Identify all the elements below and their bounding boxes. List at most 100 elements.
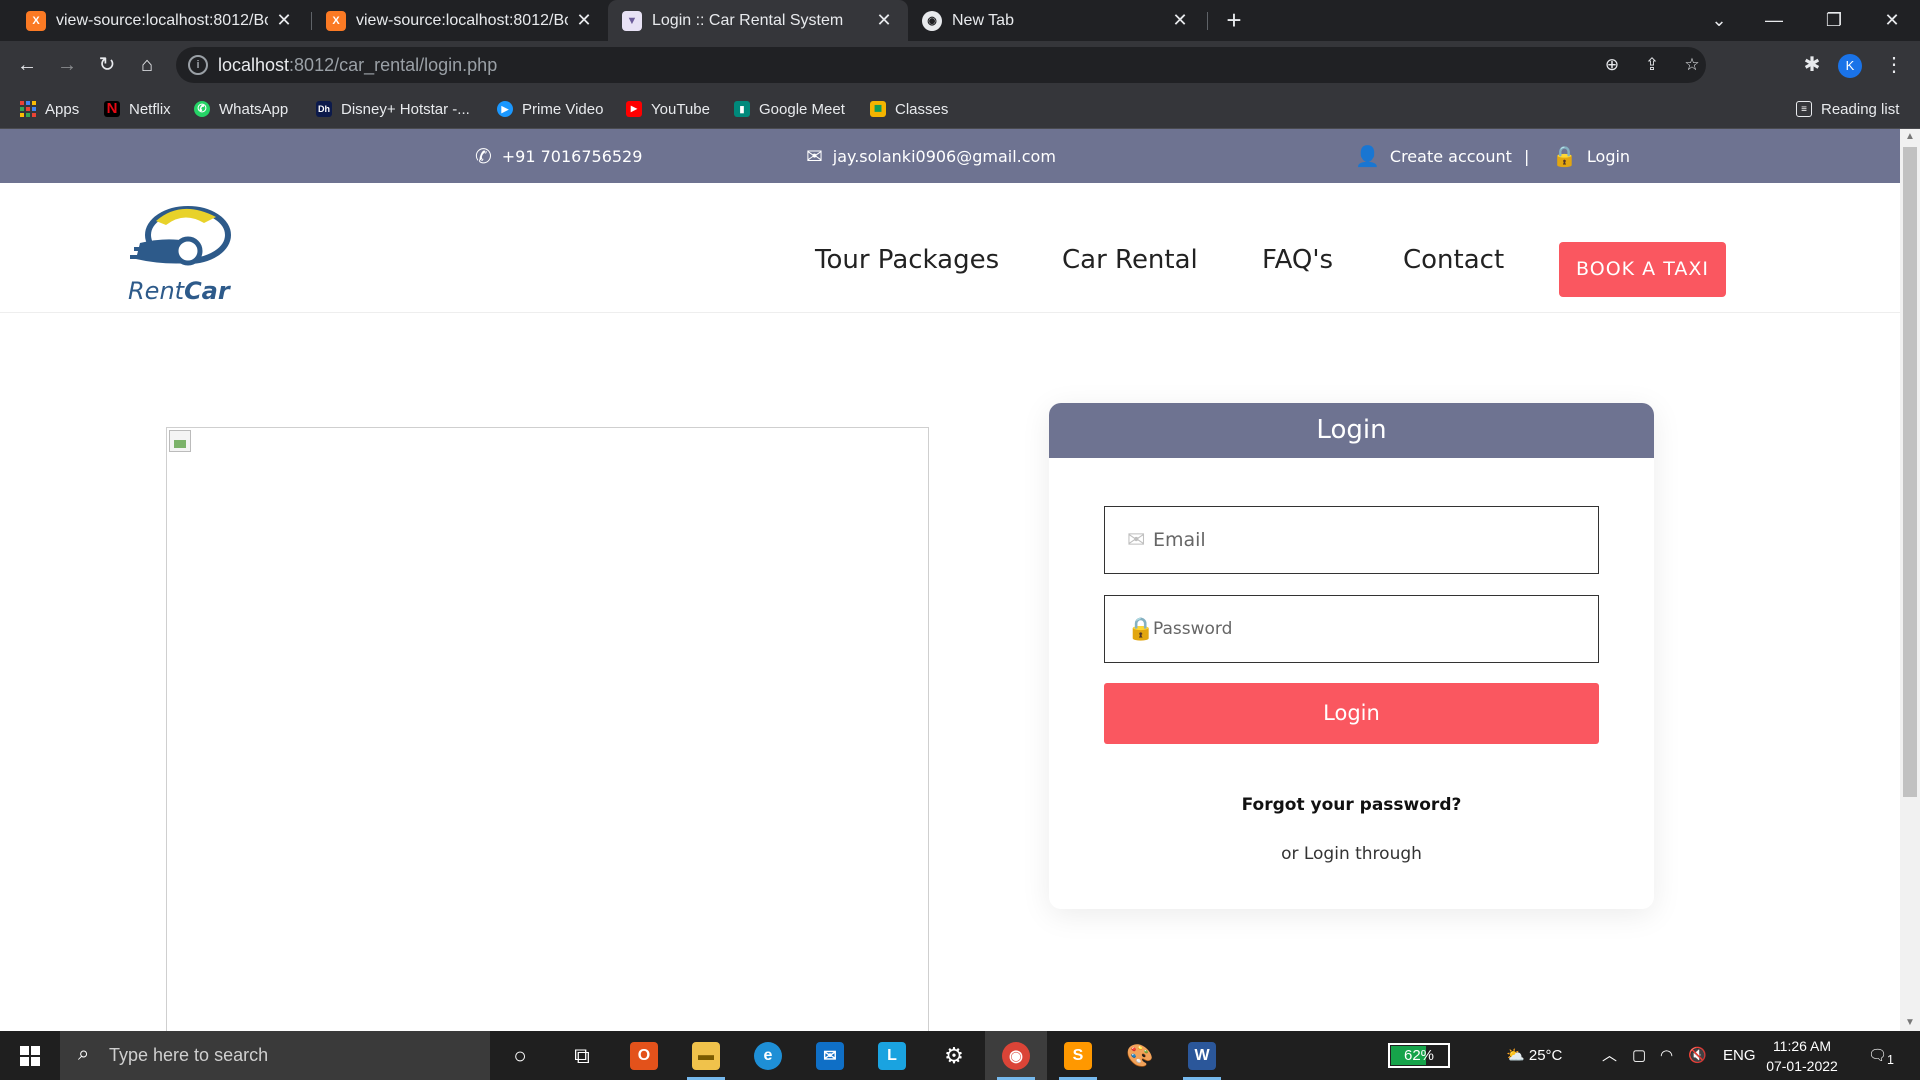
file-explorer-app[interactable]: ▬ [675,1031,737,1080]
bookmark-label: Prime Video [522,100,604,118]
bookmark-google-meet[interactable]: ▮ Google Meet [734,89,845,129]
nav-car-rental[interactable]: Car Rental [1062,245,1198,275]
nav-tour-packages[interactable]: Tour Packages [815,245,999,275]
bookmark-star-icon[interactable]: ☆ [1676,49,1708,81]
taskbar-search-box[interactable]: ⌕ Type here to search [60,1031,490,1080]
tab-login-car-rental[interactable]: ▼ Login :: Car Rental System ✕ [608,0,908,41]
notifications-icon[interactable]: 🗨1 [1868,1031,1894,1080]
scrollbar-thumb[interactable] [1903,147,1917,797]
profile-avatar[interactable]: K [1838,54,1862,78]
tab-title: New Tab [952,11,1014,29]
password-input[interactable] [1153,596,1583,662]
wifi-icon[interactable]: ◠ [1660,1031,1673,1080]
mail-app[interactable]: ✉ [799,1031,861,1080]
reading-list-button[interactable]: ≡ Reading list [1796,89,1899,129]
edge-app[interactable]: e [737,1031,799,1080]
close-icon[interactable]: ✕ [274,10,294,31]
sublime-icon: S [1064,1041,1092,1070]
minimize-button[interactable]: — [1746,0,1802,41]
topbar-separator: | [1524,146,1530,166]
search-placeholder: Type here to search [109,1045,269,1065]
nav-contact[interactable]: Contact [1403,245,1504,275]
tab-divider [1207,12,1208,30]
close-icon[interactable]: ✕ [574,10,594,31]
language-indicator[interactable]: ENG [1723,1031,1756,1080]
bookmark-classes[interactable]: ◼ Classes [870,89,948,129]
close-icon[interactable]: ✕ [1170,10,1190,31]
gear-icon: ⚙ [944,1042,964,1068]
restore-button[interactable]: ❐ [1806,0,1862,41]
youtube-icon: ▶ [626,101,642,117]
volume-muted-icon[interactable]: 🔇 [1688,1031,1707,1080]
chrome-app[interactable]: ◉ [985,1031,1047,1080]
zoom-icon[interactable]: ⊕ [1596,49,1628,81]
login-through-text: or Login through [1281,844,1422,864]
bookmark-whatsapp[interactable]: ✆ WhatsApp [194,89,288,129]
email-input[interactable] [1153,507,1583,573]
email-field[interactable]: ✉ [1104,506,1599,574]
bookmark-apps[interactable]: Apps [20,89,79,129]
email-contact[interactable]: ✉ jay.solanki0906@gmail.com [806,129,1056,183]
close-window-button[interactable]: ✕ [1864,0,1920,41]
battery-indicator[interactable]: 62% [1388,1043,1450,1068]
extensions-icon[interactable]: ✱ [1796,49,1828,81]
show-hidden-icons-chevron-icon[interactable]: ︿ [1602,1031,1617,1080]
home-icon[interactable]: ⌂ [131,49,163,81]
bookmark-label: YouTube [651,100,710,118]
weather-widget[interactable]: ⛅ 25°C [1506,1031,1562,1080]
tab-new-tab[interactable]: ◉ New Tab ✕ [908,0,1204,41]
login-card: Login ✉ 🔒 Login Forgot your password? or… [1049,403,1654,909]
book-a-taxi-button[interactable]: BOOK A TAXI [1559,242,1726,297]
nav-faqs[interactable]: FAQ's [1262,245,1333,275]
address-bar[interactable]: i localhost:8012/car_rental/login.php ⊕ … [176,47,1706,83]
bookmark-label: Classes [895,100,949,118]
xampp-icon: X [26,10,46,31]
menu-kebab-icon[interactable]: ⋮ [1878,49,1910,81]
word-icon: W [1188,1041,1216,1070]
system-clock[interactable]: 11:26 AM 07-01-2022 [1756,1036,1848,1076]
word-app[interactable]: W [1171,1031,1233,1080]
close-icon[interactable]: ✕ [874,10,894,31]
settings-app[interactable]: ⚙ [923,1031,985,1080]
envelope-icon: ✉ [806,144,823,168]
tab-view-source-2[interactable]: X view-source:localhost:8012/Book ✕ [312,0,608,41]
bookmark-hotstar[interactable]: Dh Disney+ Hotstar -... [316,89,470,129]
reading-list-label: Reading list [1821,100,1900,118]
bookmark-youtube[interactable]: ▶ YouTube [626,89,710,129]
start-button[interactable] [0,1031,60,1080]
reload-icon[interactable]: ↻ [91,49,123,81]
create-account-link[interactable]: 👤 Create account [1355,129,1512,183]
scroll-up-arrow-icon[interactable]: ▲ [1900,129,1920,145]
forward-icon[interactable]: → [51,49,83,81]
cortana-icon[interactable]: ○ [489,1031,551,1080]
bookmark-netflix[interactable]: N Netflix [104,89,171,129]
sublime-text-app[interactable]: S [1047,1031,1109,1080]
topbar-login-link[interactable]: 🔒 Login [1552,129,1630,183]
share-icon[interactable]: ⇪ [1636,49,1668,81]
page-scrollbar[interactable]: ▲ ▼ [1900,129,1920,1031]
password-field[interactable]: 🔒 [1104,595,1599,663]
tab-search-chevron-icon[interactable]: ⌄ [1691,0,1747,41]
forgot-password-link[interactable]: Forgot your password? [1049,795,1654,815]
new-tab-button[interactable]: + [1218,4,1250,36]
bookmark-prime-video[interactable]: ▶ Prime Video [497,89,603,129]
classroom-icon: ◼ [870,101,886,117]
hotstar-icon: Dh [316,101,332,117]
office-app[interactable]: O [613,1031,675,1080]
mail-icon: ✉ [816,1041,844,1070]
back-icon[interactable]: ← [11,49,43,81]
tab-title: view-source:localhost:8012/Book [56,11,268,29]
tab-view-source-1[interactable]: X view-source:localhost:8012/Book ✕ [12,0,308,41]
l-app-icon: L [878,1041,906,1070]
tab-strip: X view-source:localhost:8012/Book ✕ X vi… [0,0,1920,41]
scroll-down-arrow-icon[interactable]: ▼ [1900,1015,1920,1031]
paint-app[interactable]: 🎨 [1109,1031,1171,1080]
logo-wordmark: RentCar [128,277,230,305]
phone-contact[interactable]: ✆ +91 7016756529 [475,129,642,183]
lightshot-app[interactable]: L [861,1031,923,1080]
device-icon[interactable]: ▢ [1632,1031,1646,1080]
login-submit-button[interactable]: Login [1104,683,1599,744]
whatsapp-icon: ✆ [194,101,210,117]
task-view-icon[interactable]: ⧉ [551,1031,613,1080]
site-info-icon[interactable]: i [188,55,208,75]
